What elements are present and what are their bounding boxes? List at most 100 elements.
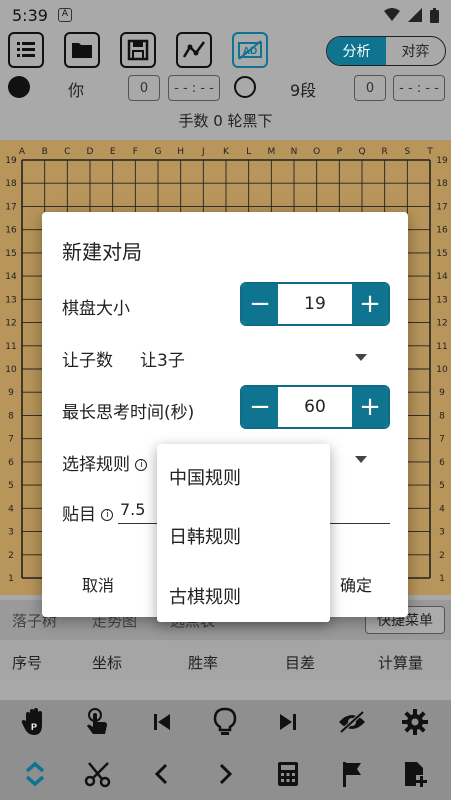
rules-option-chinese[interactable]: 中国规则 (169, 464, 241, 490)
handicap-label: 让子数 (62, 351, 113, 371)
board-row-label: 15 (5, 249, 16, 259)
board-col-label: Q (358, 147, 365, 157)
board-row-label-right: 8 (439, 411, 445, 421)
board-row-label-right: 5 (439, 481, 445, 491)
save-icon[interactable] (120, 32, 156, 68)
board-row-label-right: 11 (436, 342, 447, 352)
board-col-label: E (110, 147, 116, 157)
board-row-label: 17 (5, 202, 16, 212)
board-row-label: 11 (5, 342, 16, 352)
think-time-plus-button[interactable]: + (352, 387, 388, 427)
dialog-title: 新建对局 (62, 240, 142, 264)
rules-dropdown-icon[interactable] (355, 456, 367, 463)
tab-play[interactable]: 对弈 (386, 37, 445, 65)
white-player-name: 9段 (290, 81, 317, 100)
mode-segmented-control: 分析 对弈 (326, 36, 446, 66)
rules-dropdown-menu: 中国规则 日韩规则 古棋规则 (157, 444, 330, 622)
rules-label-text: 选择规则 (62, 455, 130, 475)
hand-pass-icon[interactable]: P (15, 702, 55, 742)
tab-analysis[interactable]: 分析 (327, 37, 386, 65)
think-time-label: 最长思考时间(秒) (62, 403, 195, 423)
touch-icon[interactable] (78, 702, 118, 742)
think-time-stepper: − 60 + (240, 385, 390, 429)
board-row-label-right: 15 (436, 249, 447, 259)
white-timer: - - : - - (393, 75, 445, 101)
skip-start-icon[interactable] (142, 702, 182, 742)
chevron-right-icon[interactable] (205, 754, 245, 794)
board-row-label: 10 (5, 365, 17, 375)
flag-icon[interactable] (332, 754, 372, 794)
board-size-stepper: − 19 + (240, 282, 390, 326)
komi-info-icon[interactable]: i (101, 509, 114, 521)
chevron-left-icon[interactable] (142, 754, 182, 794)
col-visits: 计算量 (378, 654, 424, 672)
think-time-value[interactable]: 60 (278, 387, 352, 427)
board-row-label-right: 10 (436, 365, 448, 375)
col-index: 序号 (12, 654, 43, 672)
gear-icon[interactable] (395, 702, 435, 742)
board-row-label: 2 (8, 551, 14, 561)
list-icon[interactable] (8, 32, 44, 68)
board-col-label: L (246, 147, 251, 157)
board-row-label-right: 9 (439, 388, 445, 398)
board-row-label-right: 6 (439, 458, 445, 468)
lightbulb-icon[interactable] (205, 702, 245, 742)
black-timer: - - : - - (168, 75, 220, 101)
board-size-plus-button[interactable]: + (352, 284, 388, 324)
board-size-label: 棋盘大小 (62, 299, 130, 319)
skip-end-icon[interactable] (268, 702, 308, 742)
board-size-value[interactable]: 19 (278, 284, 352, 324)
move-status: 手数 0 轮黑下 (178, 112, 273, 130)
wifi-icon (384, 8, 400, 21)
board-col-label: M (267, 147, 275, 157)
board-col-label: D (87, 147, 94, 157)
ok-button[interactable]: 确定 (340, 572, 372, 596)
handicap-dropdown-icon[interactable] (355, 354, 367, 361)
board-col-label: S (404, 147, 410, 157)
board-col-label: J (201, 147, 205, 157)
cancel-button[interactable]: 取消 (82, 572, 114, 596)
think-time-minus-button[interactable]: − (242, 387, 278, 427)
rules-info-icon[interactable]: i (135, 459, 148, 471)
ad-block-icon[interactable]: AD (232, 32, 268, 68)
calculator-icon[interactable] (268, 754, 308, 794)
handicap-select[interactable]: 让3子 (140, 346, 185, 371)
black-stone-icon (8, 76, 30, 98)
board-row-label-right: 13 (436, 295, 447, 305)
analysis-chart-icon[interactable] (176, 32, 212, 68)
add-file-icon[interactable] (395, 754, 435, 794)
rules-option-ancient[interactable]: 古棋规则 (169, 583, 241, 609)
board-row-label: 5 (8, 481, 14, 491)
board-col-label: F (133, 147, 138, 157)
board-row-label-right: 7 (439, 435, 445, 445)
black-player-name: 你 (68, 81, 85, 100)
board-col-label: K (223, 147, 230, 157)
board-col-label: R (382, 147, 388, 157)
candidate-table-header: 序号 坐标 胜率 目差 计算量 (0, 640, 451, 680)
board-row-label-right: 1 (439, 574, 445, 584)
board-col-label: B (42, 147, 48, 157)
folder-icon[interactable] (64, 32, 100, 68)
board-row-label: 13 (5, 295, 16, 305)
rules-label: 选择规则 i (62, 450, 148, 475)
board-row-label: 6 (8, 458, 14, 468)
board-row-label-right: 3 (439, 528, 445, 538)
board-row-label: 4 (8, 504, 14, 514)
top-toolbar: AD 分析 对弈 (0, 30, 451, 72)
board-row-label: 19 (5, 156, 17, 166)
svg-text:P: P (31, 722, 37, 732)
scissors-icon[interactable] (78, 754, 118, 794)
rules-option-japanese-korean[interactable]: 日韩规则 (169, 523, 241, 549)
board-row-label-right: 19 (436, 156, 448, 166)
board-row-label: 12 (5, 319, 16, 329)
battery-icon (430, 7, 439, 23)
eye-off-icon[interactable] (332, 702, 372, 742)
board-col-label: N (291, 147, 298, 157)
board-size-minus-button[interactable]: − (242, 284, 278, 324)
board-row-label-right: 18 (436, 179, 448, 189)
board-row-label-right: 16 (436, 226, 448, 236)
expand-collapse-icon[interactable] (15, 754, 55, 794)
board-row-label-right: 12 (436, 319, 447, 329)
notification-icon: A (57, 8, 72, 22)
board-row-label: 1 (8, 574, 14, 584)
